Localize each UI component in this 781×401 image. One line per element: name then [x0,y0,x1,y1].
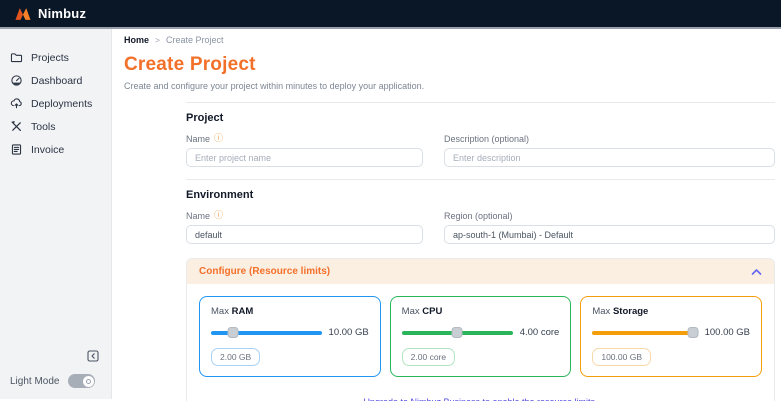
max-ram-slider[interactable] [211,327,322,338]
brand-logo[interactable]: Nimbuz [14,6,86,21]
slider-track [592,330,698,335]
create-project-form: Project Name ⓘ Description (optional) [186,102,775,401]
sidebar-item-dashboard[interactable]: Dashboard [10,69,111,92]
max-cpu-label: Max CPU [401,306,443,317]
sidebar-nav: Projects Dashboard Deployments Tools Inv… [0,29,111,161]
breadcrumb: Home > Create Project [124,33,775,47]
project-description-input[interactable] [444,148,775,167]
project-name-label: Name ⓘ [186,133,224,144]
toggle-knob-icon [82,375,94,387]
page-title: Create Project [124,54,256,75]
sidebar-item-projects[interactable]: Projects [10,46,111,69]
environment-name-input[interactable] [186,225,423,244]
nimbuz-logo-icon [15,8,31,20]
light-mode-toggle[interactable] [68,374,96,388]
slider-thumb[interactable] [227,327,239,338]
environment-section-title: Environment [186,189,254,201]
brand-name: Nimbuz [38,6,87,21]
project-section-title: Project [186,112,224,124]
configure-title: Configure (Resource limits) [199,266,331,277]
max-storage-slider[interactable] [592,327,699,338]
info-icon: ⓘ [214,133,224,143]
sidebar-bottom: Light Mode [0,349,111,399]
region-label: Region (optional) [444,210,513,221]
max-storage-max-value: 100.00 GB [704,327,751,338]
breadcrumb-home-link[interactable]: Home [124,35,149,45]
chevron-up-icon[interactable] [751,268,762,276]
folder-icon [10,53,23,63]
breadcrumb-separator: > [155,35,160,45]
sidebar-item-label: Projects [31,51,69,64]
project-name-input[interactable] [186,148,423,167]
slider-thumb[interactable] [451,327,463,338]
main-content: Home > Create Project Create Project Cre… [112,29,781,401]
configure-resource-limits-card: Configure (Resource limits) Max RAM 10.0… [186,258,775,401]
cloud-upload-icon [10,98,22,109]
max-ram-label: Max RAM [211,306,254,317]
max-storage-label: Max Storage [592,306,649,317]
configure-body: Max RAM 10.00 GB 2.00 GB Max CPU 4.00 co… [187,284,774,401]
max-storage-current-value[interactable]: 100.00 GB [592,348,651,366]
environment-name-label: Name ⓘ [186,210,224,221]
max-ram-max-value: 10.00 GB [328,327,369,338]
upgrade-business-link[interactable]: Upgrade to Nimbuz Business to enable the… [363,397,597,401]
max-cpu-current-value[interactable]: 2.00 core [401,348,456,366]
max-ram-current-value[interactable]: 2.00 GB [211,348,261,366]
info-icon: ⓘ [214,210,224,220]
gauge-icon [11,75,22,86]
sidebar-item-invoice[interactable]: Invoice [10,138,111,161]
divider [186,102,775,103]
sidebar: Projects Dashboard Deployments Tools Inv… [0,29,112,399]
max-cpu-slider[interactable] [401,327,513,338]
max-cpu-card: Max CPU 4.00 core 2.00 core [389,296,572,377]
sidebar-item-label: Dashboard [31,74,83,87]
sidebar-item-label: Deployments [31,97,93,110]
sidebar-item-tools[interactable]: Tools [10,115,111,138]
sidebar-item-label: Invoice [31,143,65,156]
collapse-sidebar-icon[interactable] [86,349,99,362]
region-input[interactable] [444,225,775,244]
project-description-label: Description (optional) [444,133,530,144]
page-subtitle: Create and configure your project within… [124,81,425,91]
app-header: Nimbuz [0,0,781,29]
divider [186,179,775,180]
configure-accordion-header[interactable]: Configure (Resource limits) [187,259,774,284]
max-cpu-max-value: 4.00 core [519,327,560,338]
invoice-icon [11,144,22,155]
sidebar-item-deployments[interactable]: Deployments [10,92,111,115]
breadcrumb-current: Create Project [165,35,224,45]
tools-icon [11,120,22,132]
light-mode-label: Light Mode [10,375,60,387]
sidebar-item-label: Tools [31,120,56,133]
max-ram-card: Max RAM 10.00 GB 2.00 GB [199,296,381,377]
max-storage-card: Max Storage 100.00 GB 100.00 GB [580,296,763,377]
slider-thumb[interactable] [687,327,699,338]
